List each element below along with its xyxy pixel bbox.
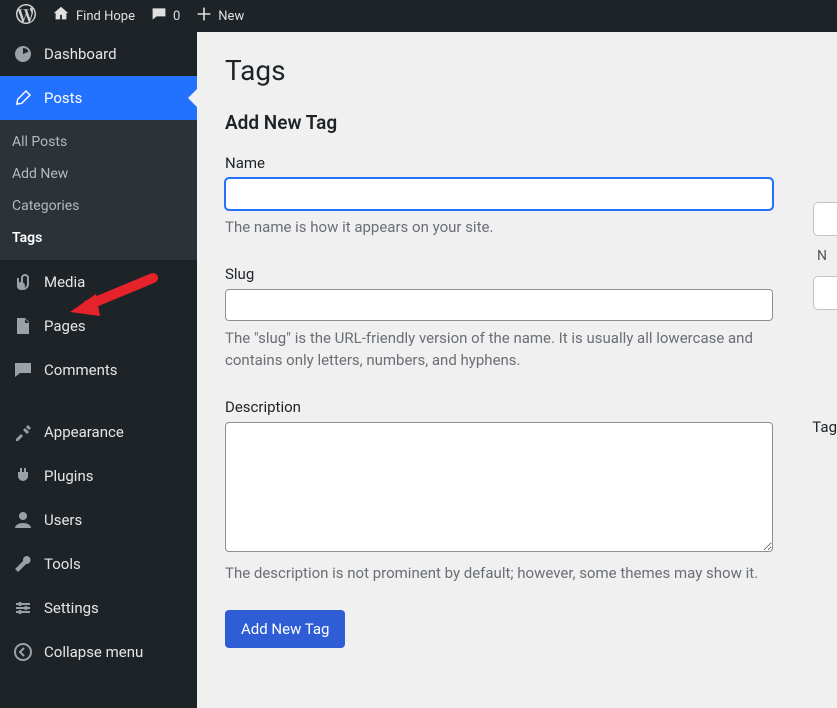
sub-tags[interactable]: Tags — [0, 222, 197, 254]
sidebar-collapse[interactable]: Collapse menu — [0, 630, 197, 674]
wordpress-logo[interactable] — [8, 0, 44, 32]
peek-input-2[interactable] — [813, 276, 837, 310]
admin-topbar: Find Hope 0 New — [0, 0, 837, 32]
sidebar-item-label: Dashboard — [44, 45, 117, 63]
sidebar-item-plugins[interactable]: Plugins — [0, 454, 197, 498]
description-textarea[interactable] — [225, 422, 773, 552]
name-label: Name — [225, 154, 809, 172]
sidebar-item-settings[interactable]: Settings — [0, 586, 197, 630]
dashboard-icon — [12, 43, 34, 65]
sidebar-item-label: Comments — [44, 361, 118, 379]
slug-help: The "slug" is the URL-friendly version o… — [225, 327, 785, 372]
users-icon — [12, 509, 34, 531]
sidebar-item-label: Plugins — [44, 467, 93, 485]
sub-add-new-post[interactable]: Add New — [0, 158, 197, 190]
site-home-link[interactable]: Find Hope — [44, 0, 143, 32]
sidebar-item-label: Media — [44, 273, 85, 291]
collapse-icon — [12, 641, 34, 663]
comment-icon — [151, 6, 167, 26]
sidebar-item-users[interactable]: Users — [0, 498, 197, 542]
page-title: Tags — [225, 54, 809, 87]
plugins-icon — [12, 465, 34, 487]
sidebar-item-label: Users — [44, 511, 82, 529]
sidebar-item-label: Collapse menu — [44, 643, 143, 661]
peek-footer-label: Tag — [812, 418, 837, 436]
add-new-tag-button[interactable]: Add New Tag — [225, 610, 345, 648]
main-content: Tags Add New Tag Name The name is how it… — [197, 32, 837, 708]
topbar-new-label: New — [218, 9, 244, 24]
admin-sidebar: Dashboard Posts All Posts Add New Catego… — [0, 32, 197, 708]
settings-icon — [12, 597, 34, 619]
sidebar-posts-submenu: All Posts Add New Categories Tags — [0, 120, 197, 260]
wordpress-logo-icon — [16, 4, 36, 28]
sub-all-posts[interactable]: All Posts — [0, 126, 197, 158]
site-name: Find Hope — [76, 9, 135, 24]
field-description: Description The description is not promi… — [225, 398, 809, 585]
sidebar-item-pages[interactable]: Pages — [0, 304, 197, 348]
sidebar-item-media[interactable]: Media — [0, 260, 197, 304]
sidebar-item-label: Settings — [44, 599, 99, 617]
page-subtitle: Add New Tag — [225, 111, 809, 134]
home-icon — [52, 5, 70, 27]
media-icon — [12, 271, 34, 293]
plus-icon — [196, 6, 212, 26]
posts-icon — [12, 87, 34, 109]
sidebar-separator — [0, 392, 197, 410]
peek-label: N — [813, 248, 837, 264]
pages-icon — [12, 315, 34, 337]
field-name: Name The name is how it appears on your … — [225, 154, 809, 239]
appearance-icon — [12, 421, 34, 443]
comments-icon — [12, 359, 34, 381]
comments-count: 0 — [173, 9, 180, 24]
slug-input[interactable] — [225, 289, 773, 321]
topbar-new[interactable]: New — [188, 0, 252, 32]
name-help: The name is how it appears on your site. — [225, 216, 785, 239]
tools-icon — [12, 553, 34, 575]
sidebar-item-label: Posts — [44, 89, 82, 107]
sidebar-item-label: Tools — [44, 555, 81, 573]
sidebar-item-tools[interactable]: Tools — [0, 542, 197, 586]
sidebar-item-label: Pages — [44, 317, 86, 335]
topbar-comments[interactable]: 0 — [143, 0, 188, 32]
peek-input-1[interactable] — [813, 202, 837, 236]
name-input[interactable] — [225, 178, 773, 210]
slug-label: Slug — [225, 265, 809, 283]
field-slug: Slug The "slug" is the URL-friendly vers… — [225, 265, 809, 372]
sidebar-item-label: Appearance — [44, 423, 124, 441]
right-column-peek: N Tag — [813, 202, 837, 322]
sub-categories[interactable]: Categories — [0, 190, 197, 222]
sidebar-item-posts[interactable]: Posts — [0, 76, 197, 120]
description-help: The description is not prominent by defa… — [225, 562, 785, 585]
description-label: Description — [225, 398, 809, 416]
sidebar-item-comments[interactable]: Comments — [0, 348, 197, 392]
sidebar-item-dashboard[interactable]: Dashboard — [0, 32, 197, 76]
sidebar-item-appearance[interactable]: Appearance — [0, 410, 197, 454]
